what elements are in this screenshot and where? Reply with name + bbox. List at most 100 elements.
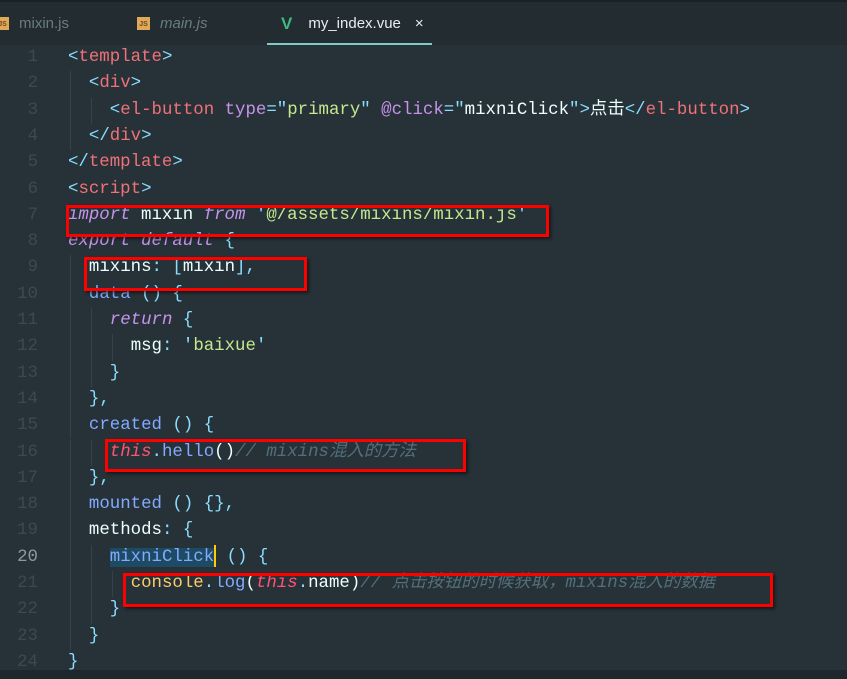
code-token: mounted [88,495,162,515]
code-token: return [109,311,173,330]
code-line[interactable]: 24} [0,650,847,670]
code-text: }, [89,387,110,413]
code-token: > [172,153,183,173]
indent-guide [70,123,71,151]
code-token: < [68,48,79,67]
close-icon[interactable]: × [415,15,424,32]
line-number: 2 [27,74,38,94]
tab-label: main.js [160,15,208,32]
code-line[interactable]: 14}, [0,386,847,414]
highlight-box-console-log [123,573,773,607]
tab-bar: JS mixin.js JS main.js V my_index.vue × [0,0,847,45]
indent-guide [70,255,71,282]
tab-main-js[interactable]: JS main.js [137,2,208,45]
code-token: el-button [120,100,215,120]
line-number: 3 [27,100,38,120]
indent-guide [90,334,92,361]
line-number: 5 [27,153,38,173]
js-file-icon: JS [0,17,9,30]
code-token: > [579,100,590,120]
indent-guide [70,623,71,650]
code-token: mixniClick [464,100,570,120]
code-token: < [109,100,121,120]
code-token: { [172,311,194,330]
line-number: 23 [17,626,38,646]
indent-guide [70,386,71,414]
code-token: =" [266,100,288,120]
line-number: 18 [17,495,38,515]
code-token: mixniClick [109,547,215,567]
code-token: > [141,179,152,199]
indent-guide [70,360,71,387]
code-token: </ [624,100,646,120]
line-number: 12 [17,337,38,357]
code-token: : [162,337,183,357]
indent-guide [90,308,92,335]
code-line[interactable]: 15 created () { [0,413,847,440]
code-line[interactable]: 12 msg: 'baixue' [0,334,847,361]
line-number: 9 [27,258,38,278]
line-number: 21 [17,574,38,593]
code-text: msg: 'baixue' [131,334,267,360]
indent-guide [90,544,92,571]
code-line[interactable]: 20 mixniClick () { [0,544,847,571]
code-line[interactable]: 5 </template> [0,150,847,176]
line-number: 10 [17,284,38,304]
line-number: 16 [17,442,38,462]
highlight-box-mixins [84,257,307,291]
code-text: <div> [89,71,141,97]
code-token: } [109,600,121,620]
line-number: 14 [17,389,38,409]
indent-guide [90,439,92,466]
indent-guide [90,97,92,124]
code-token: } [88,626,100,646]
code-token: template [78,48,162,67]
indent-guide [70,97,71,124]
code-text: </div> [89,124,152,150]
code-text: created () { [89,413,214,439]
code-text: } [110,361,120,387]
indent-guide [70,71,71,98]
code-token: } [68,652,79,670]
line-number: 7 [27,205,38,225]
code-token: < [88,74,100,94]
tab-my-index-vue[interactable]: V my_index.vue × [267,2,432,45]
code-line[interactable]: 11 return { [0,308,847,335]
code-text: } [89,624,99,650]
line-number: 20 [17,547,38,567]
code-line[interactable]: 1 <template> [0,45,847,71]
code-line[interactable]: 6 <script> [0,177,847,203]
code-token: </ [88,126,110,146]
indent-guide [70,439,71,466]
line-number: 11 [17,311,38,330]
code-line[interactable]: 3 <el-button type="primary" @click="mixni… [0,97,847,124]
code-token: type [224,100,267,120]
indent-guide [70,281,71,308]
code-line[interactable]: 13} [0,360,847,387]
code-token: > [141,126,152,146]
indent-guide [70,334,71,361]
code-token: </ [68,153,89,173]
code-line[interactable]: 4 </div> [0,123,847,151]
code-token: > [739,100,750,120]
line-number: 19 [17,521,38,541]
code-text: } [110,597,120,623]
code-token: () { [216,547,269,567]
js-file-icon: JS [137,17,150,30]
indent-guide [90,597,92,624]
code-line[interactable]: 18 mounted () {}, [0,492,847,519]
code-text: mixniClick () { [109,545,269,571]
code-line[interactable]: 23} [0,623,847,650]
tab-mixin-js[interactable]: JS mixin.js [0,2,69,45]
indent-guide [70,492,71,519]
code-token: msg [130,337,162,357]
code-line[interactable]: 19 methods: { [0,518,847,545]
code-text: return { [110,308,194,334]
code-token: el-button [645,100,740,120]
code-line[interactable]: 2 <div> [0,71,847,98]
code-text: methods: { [89,518,193,544]
line-number: 15 [17,416,38,436]
indent-guide [70,308,71,335]
